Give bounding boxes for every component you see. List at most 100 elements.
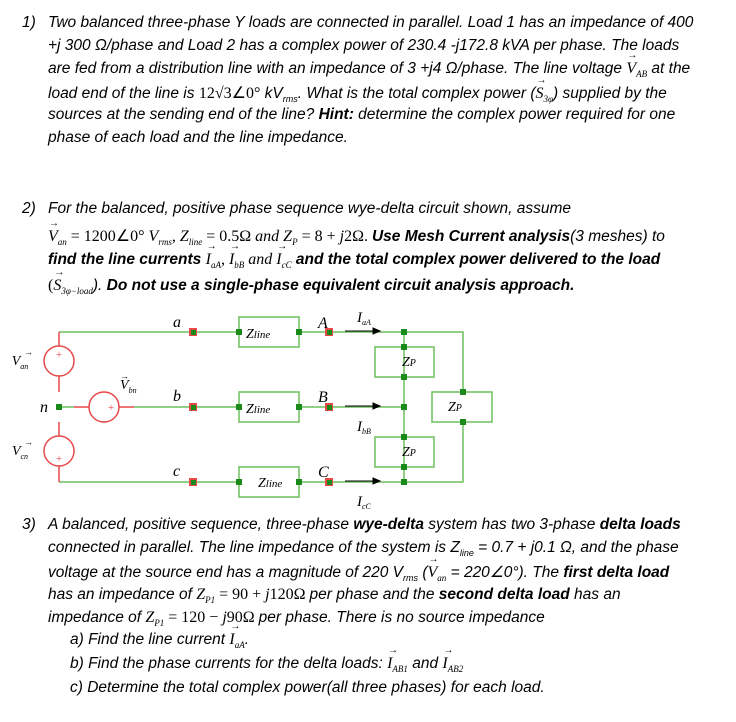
- text-line: has an impedance of ZP1 = 90 + j120Ω per…: [48, 586, 621, 605]
- bold-text: first delta load: [563, 564, 669, 581]
- text-line: are fed from a distribution line with an…: [48, 50, 690, 79]
- plus-sign: +: [55, 453, 62, 465]
- segment-text: system has two 3-phase: [423, 516, 600, 533]
- segment-text: S: [536, 75, 547, 103]
- current-labels: IaA IbB IcC: [356, 310, 372, 510]
- bold-text: second delta load: [439, 586, 570, 603]
- segment-text: load end of the line is: [48, 85, 199, 102]
- segment-text: ).: [92, 276, 107, 294]
- text-segment: +j 300 Ω/phase and Load 2 has a complex …: [48, 37, 679, 54]
- segment-text: I: [387, 645, 399, 673]
- math-expression: IaA: [206, 241, 221, 270]
- segment-text: V: [626, 50, 637, 78]
- segment-text: voltage at the source end has a magnitud…: [48, 563, 404, 581]
- math-expression: 12√3∠0°: [199, 85, 261, 102]
- segment-text: S: [53, 267, 64, 295]
- text-segment: and: [408, 655, 442, 672]
- subscript: P1: [205, 594, 216, 605]
- svg-text:IbB: IbB: [356, 419, 371, 436]
- segment-text: find the line currents: [48, 251, 206, 268]
- text-segment: = 220∠0°). The: [446, 564, 563, 581]
- bold-text: and the total complex power delivered to…: [291, 251, 661, 268]
- document-page: 1) Two balanced three-phase Y loads are …: [0, 0, 736, 722]
- segment-text: .: [244, 631, 250, 648]
- segment-text: has an impedance of: [48, 585, 197, 603]
- text-segment: load end of the line is: [48, 85, 199, 102]
- math-expression: 2Ω.: [344, 228, 372, 245]
- segment-text: per phase. There is no source impedance: [258, 609, 545, 627]
- segment-text: and the total complex power delivered to…: [291, 251, 661, 268]
- text-segment: b) Find the phase currents for the delta…: [70, 655, 387, 672]
- svg-text:ZP: ZP: [402, 445, 416, 460]
- math-expression: Van: [48, 218, 67, 247]
- text-line: For the balanced, positive phase sequenc…: [48, 200, 571, 218]
- text-line: a) Find the line current IaA.: [70, 621, 250, 650]
- question-number: 3): [22, 516, 36, 533]
- node-label-b: b: [173, 388, 181, 405]
- segment-text: ,: [220, 251, 229, 268]
- text-line: Two balanced three-phase Y loads are con…: [48, 14, 693, 32]
- node-label-A: A: [317, 315, 328, 332]
- segment-text: first delta load: [563, 563, 670, 581]
- node-label-c: c: [173, 463, 180, 480]
- segment-text: Z: [145, 609, 155, 627]
- plus-sign: +: [55, 349, 62, 361]
- node-label-B: B: [318, 389, 328, 406]
- segment-text: sources at the sending end of the line?: [48, 106, 319, 123]
- text-segment: per phase. There is no source impedance: [259, 609, 545, 626]
- segment-text: (: [418, 563, 428, 581]
- math-expression: 120Ω: [270, 586, 310, 603]
- segment-text: second delta load: [438, 585, 570, 603]
- segment-text: = 1200∠0°: [66, 227, 149, 245]
- question-number: 1): [22, 14, 36, 31]
- text-segment: c) Determine the total complex power(all…: [70, 679, 545, 696]
- svg-text:IcC: IcC: [356, 494, 372, 510]
- text-line: b) Find the phase currents for the delta…: [70, 645, 464, 674]
- wye-delta-circuit-diagram: + + + a b c A B C n Van → Vbn → Vcn → Ia…: [12, 310, 493, 510]
- svg-text:ZP: ZP: [402, 355, 416, 370]
- bold-text: delta loads: [600, 516, 681, 533]
- segment-text: and: [407, 655, 443, 672]
- text-segment: voltage at the source end has a magnitud…: [48, 564, 403, 581]
- subscript: P1: [154, 618, 165, 629]
- segment-text: Z: [179, 227, 189, 245]
- text-line: Van = 1200∠0° Vrms, Zline = 0.5Ω and ZP …: [48, 218, 665, 247]
- svg-text:→: →: [24, 347, 33, 357]
- segment-text: b) Find the phase currents for the delta…: [70, 655, 388, 672]
- text-line: +j 300 Ω/phase and Load 2 has a complex …: [48, 37, 679, 55]
- segment-text: kV: [260, 85, 283, 102]
- text-line: connected in parallel. The line impedanc…: [48, 539, 679, 558]
- segment-text: 2Ω.: [344, 227, 372, 245]
- bold-text: wye-delta: [353, 516, 424, 533]
- text-line: voltage at the source end has a magnitud…: [48, 554, 669, 583]
- subscript: AB2: [447, 664, 464, 674]
- text-segment: ).: [93, 277, 107, 294]
- segment-text: per phase and the: [309, 585, 439, 603]
- math-expression: ZP1: [145, 609, 165, 629]
- text-segment: a) Find the line current: [70, 631, 229, 648]
- segment-text: and: [244, 251, 277, 268]
- text-segment: phase of each load and the line impedanc…: [48, 129, 348, 146]
- segment-text: (3 meshes) to: [570, 227, 665, 245]
- segment-text: 120Ω: [269, 585, 310, 603]
- math-expression: IbB: [229, 241, 244, 270]
- segment-text: Two balanced three-phase Y loads are con…: [48, 14, 694, 31]
- math-expression: = 90 +: [215, 586, 265, 603]
- segment-text: connected in parallel. The line impedanc…: [48, 539, 460, 557]
- text-segment: . What is the total complex power (: [298, 85, 536, 102]
- svg-text:IaA: IaA: [356, 310, 371, 327]
- text-segment: determine the complex power required for…: [354, 106, 675, 123]
- segment-text: I: [276, 241, 288, 269]
- subscript: AB: [636, 69, 648, 79]
- segment-text: has an: [569, 585, 621, 603]
- subscript: 3φ−load: [61, 285, 93, 296]
- text-segment: has an: [570, 586, 621, 603]
- text-segment: Two balanced three-phase Y loads are con…: [48, 14, 693, 31]
- text-segment: rms: [403, 564, 418, 583]
- text-segment: impedance of: [48, 609, 145, 626]
- math-expression: Vrms: [149, 228, 172, 247]
- math-expression: and: [244, 251, 276, 268]
- text-segment: kV: [260, 85, 283, 102]
- segment-text: Do not use a single-phase equivalent cir…: [106, 276, 575, 294]
- text-line: sources at the sending end of the line? …: [48, 106, 675, 124]
